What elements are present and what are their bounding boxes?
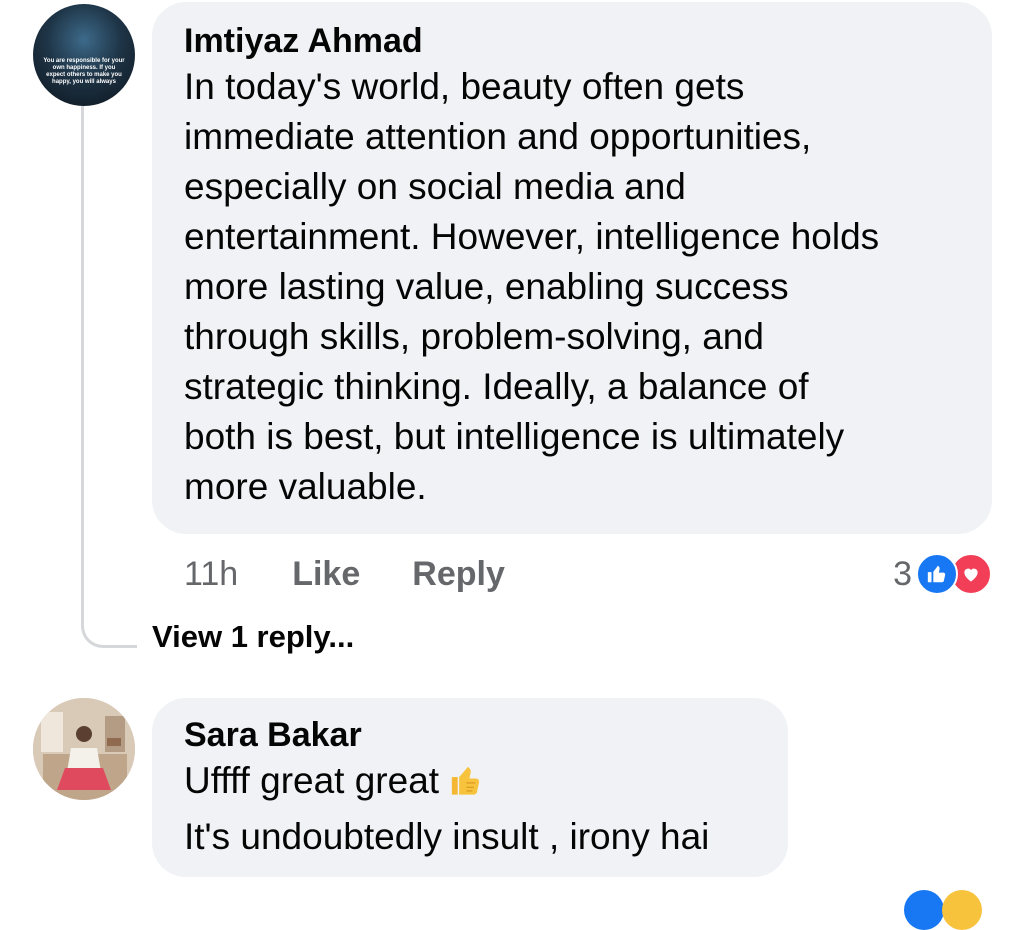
comment-author[interactable]: Sara Bakar [184, 714, 758, 756]
comment-text-line: both is best, but intelligence is ultima… [184, 416, 845, 457]
reaction-summary[interactable] [904, 890, 984, 930]
comment-text-line: immediate attention and opportunities, [184, 116, 812, 157]
comment-text-line: It's undoubtedly insult , irony hai [184, 816, 710, 857]
comment-text-line: entertainment. However, intelligence hol… [184, 216, 880, 257]
comment-text-line: Uffff great great [184, 756, 758, 812]
comment-text-line: through skills, problem-solving, and [184, 316, 764, 357]
comment-text: Uffff great great [184, 760, 440, 801]
comment-bubble: Imtiyaz Ahmad In today's world, beauty o… [152, 2, 992, 534]
avatar[interactable] [33, 698, 135, 800]
avatar-quote-text: You are responsible for your own happine… [43, 58, 125, 85]
comment-actions: 11h Like Reply [184, 552, 505, 596]
comment-author[interactable]: Imtiyaz Ahmad [184, 20, 962, 62]
reply-thread-connector [81, 100, 137, 648]
haha-reaction-icon [942, 890, 982, 930]
comment-text-line: more lasting value, enabling success [184, 266, 789, 307]
reply-button[interactable]: Reply [412, 555, 505, 594]
like-button[interactable]: Like [292, 555, 360, 594]
comment-bubble: Sara Bakar Uffff great great It's undoub… [152, 698, 788, 877]
comment-text-line: especially on social media and [184, 166, 686, 207]
reaction-count: 3 [893, 554, 912, 593]
comment-text-line: In today's world, beauty often gets [184, 66, 745, 107]
thumbs-up-icon [447, 761, 483, 812]
like-reaction-icon [904, 890, 944, 930]
reaction-summary[interactable]: 3 [893, 552, 992, 596]
view-replies-link[interactable]: View 1 reply... [152, 614, 354, 660]
like-reaction-icon [916, 553, 958, 595]
comment-timestamp[interactable]: 11h [184, 555, 238, 594]
avatar[interactable]: You are responsible for your own happine… [33, 4, 135, 106]
comment-text-line: more valuable. [184, 466, 427, 507]
comment-text-line: strategic thinking. Ideally, a balance o… [184, 366, 809, 407]
